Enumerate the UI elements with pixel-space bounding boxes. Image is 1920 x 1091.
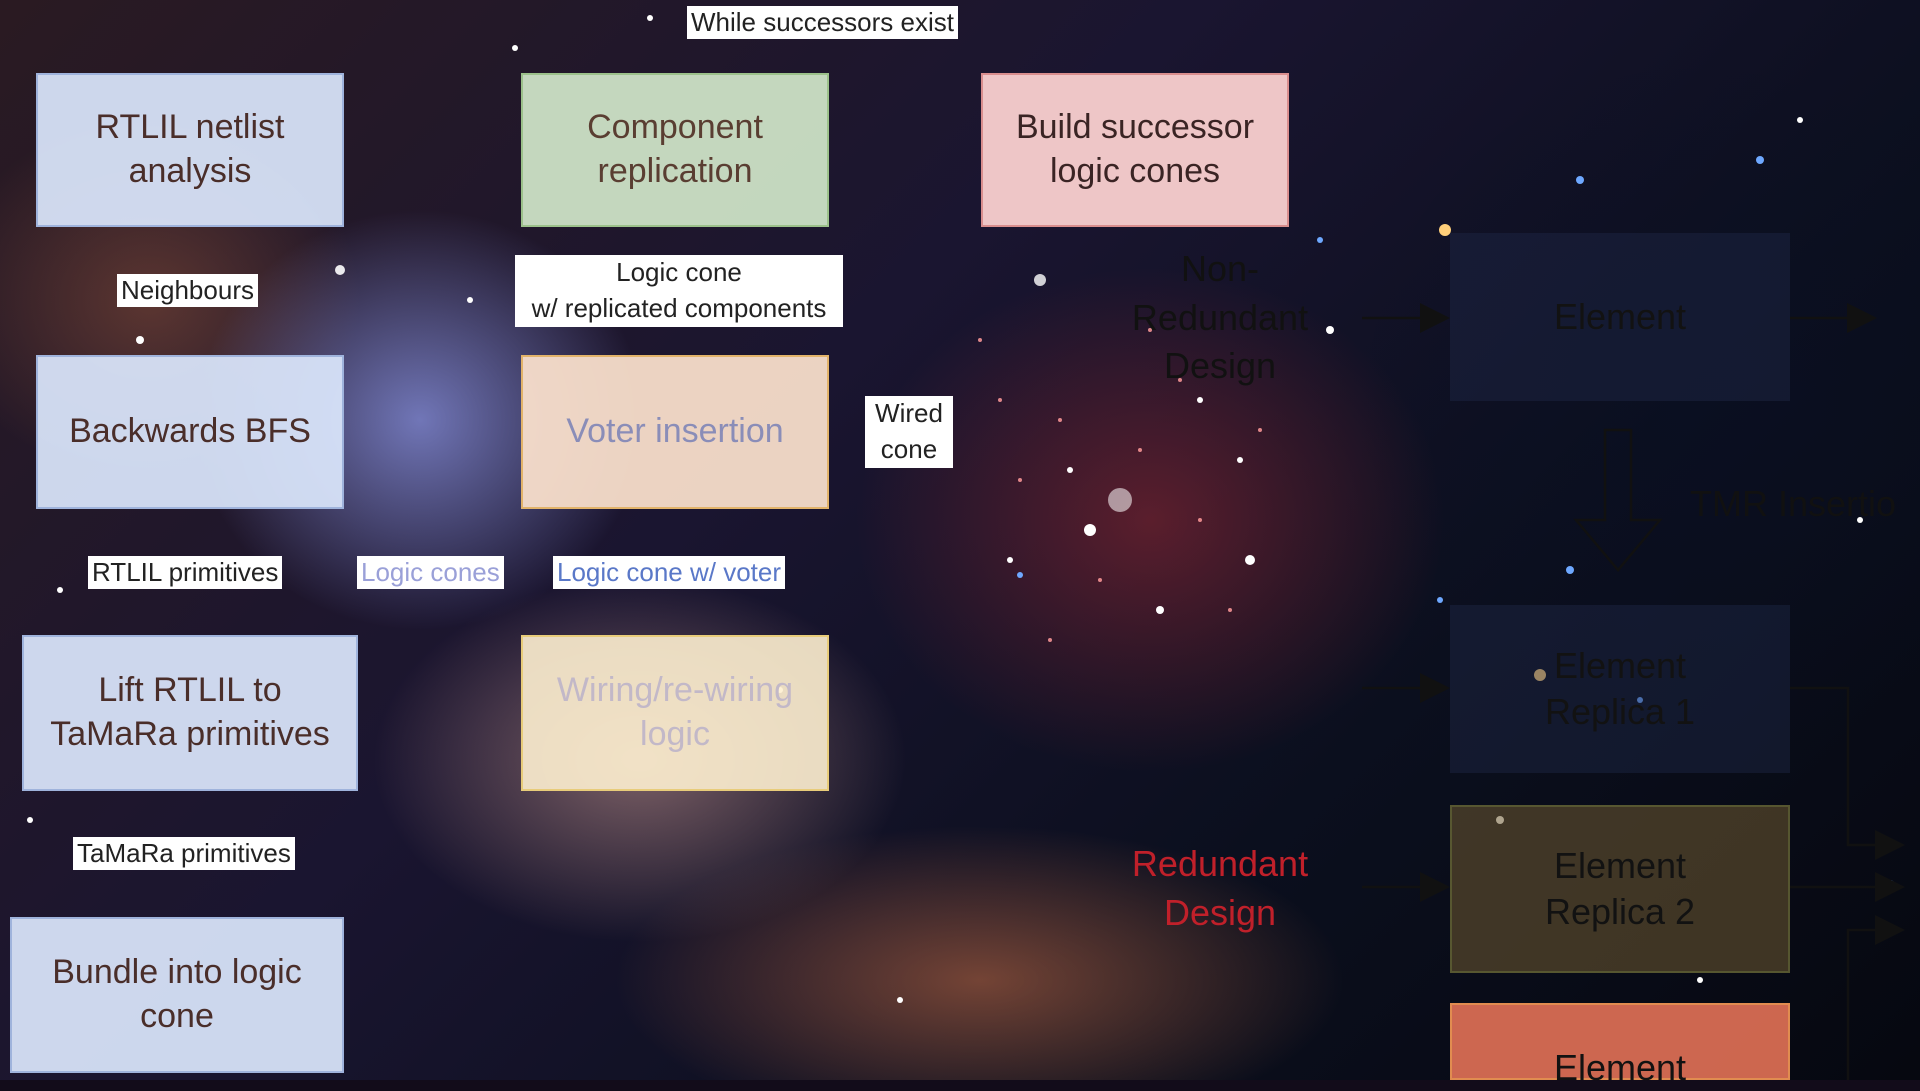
logic-cone-replicated-label: Logic cone w/ replicated components xyxy=(515,255,843,327)
box-label: Backwards BFS xyxy=(69,412,311,451)
tmr-insertion-label: TMR Insertio xyxy=(1690,483,1897,524)
backwards-bfs-box: Backwards BFS xyxy=(36,355,344,509)
element-replica-2-box: Element Replica 2 xyxy=(1450,805,1790,973)
component-replication-box: Component replication xyxy=(521,73,829,227)
tamara-primitives-label: TaMaRa primitives xyxy=(73,837,295,870)
box-label: Voter insertion xyxy=(566,412,784,451)
voter-insertion-box: Voter insertion xyxy=(521,355,829,509)
box-label: Element xyxy=(1553,295,1687,337)
element-box: Element xyxy=(1450,233,1790,401)
neighbours-label: Neighbours xyxy=(117,274,258,307)
box-label: RTLIL netlist analysis xyxy=(95,108,285,190)
redundant-design-label: Redundant Design xyxy=(1131,843,1309,933)
box-label: Element Replica 2 xyxy=(1544,844,1696,932)
rtlil-primitives-label: RTLIL primitives xyxy=(88,556,283,589)
while-successors-label: While successors exist xyxy=(687,6,958,39)
box-label: Element Replica 1 xyxy=(1544,644,1696,732)
bundle-logic-cone-box: Bundle into logic cone xyxy=(10,917,344,1073)
logic-cones-label: Logic cones xyxy=(357,556,504,589)
box-label: Build successor logic cones xyxy=(1015,108,1255,190)
box-label: Component replication xyxy=(587,108,763,190)
wired-cone-label: Wired cone xyxy=(865,396,953,468)
box-label: Lift RTLIL to TaMaRa primitives xyxy=(50,671,330,753)
rtlil-netlist-analysis-box: RTLIL netlist analysis xyxy=(36,73,344,227)
box-label: Wiring/re-wiring logic xyxy=(556,671,794,753)
lift-rtlil-box: Lift RTLIL to TaMaRa primitives xyxy=(22,635,358,791)
element-replica-1-box: Element Replica 1 xyxy=(1450,605,1790,773)
element-bottom-box: Element xyxy=(1450,1003,1790,1088)
box-label: Element xyxy=(1553,1047,1687,1088)
logic-cone-voter-label: Logic cone w/ voter xyxy=(553,556,786,589)
build-successor-box: Build successor logic cones xyxy=(981,73,1289,227)
box-label: Bundle into logic cone xyxy=(52,953,302,1035)
wiring-logic-box: Wiring/re-wiring logic xyxy=(521,635,829,791)
non-redundant-design-label: Non- Redundant Design xyxy=(1131,248,1309,387)
